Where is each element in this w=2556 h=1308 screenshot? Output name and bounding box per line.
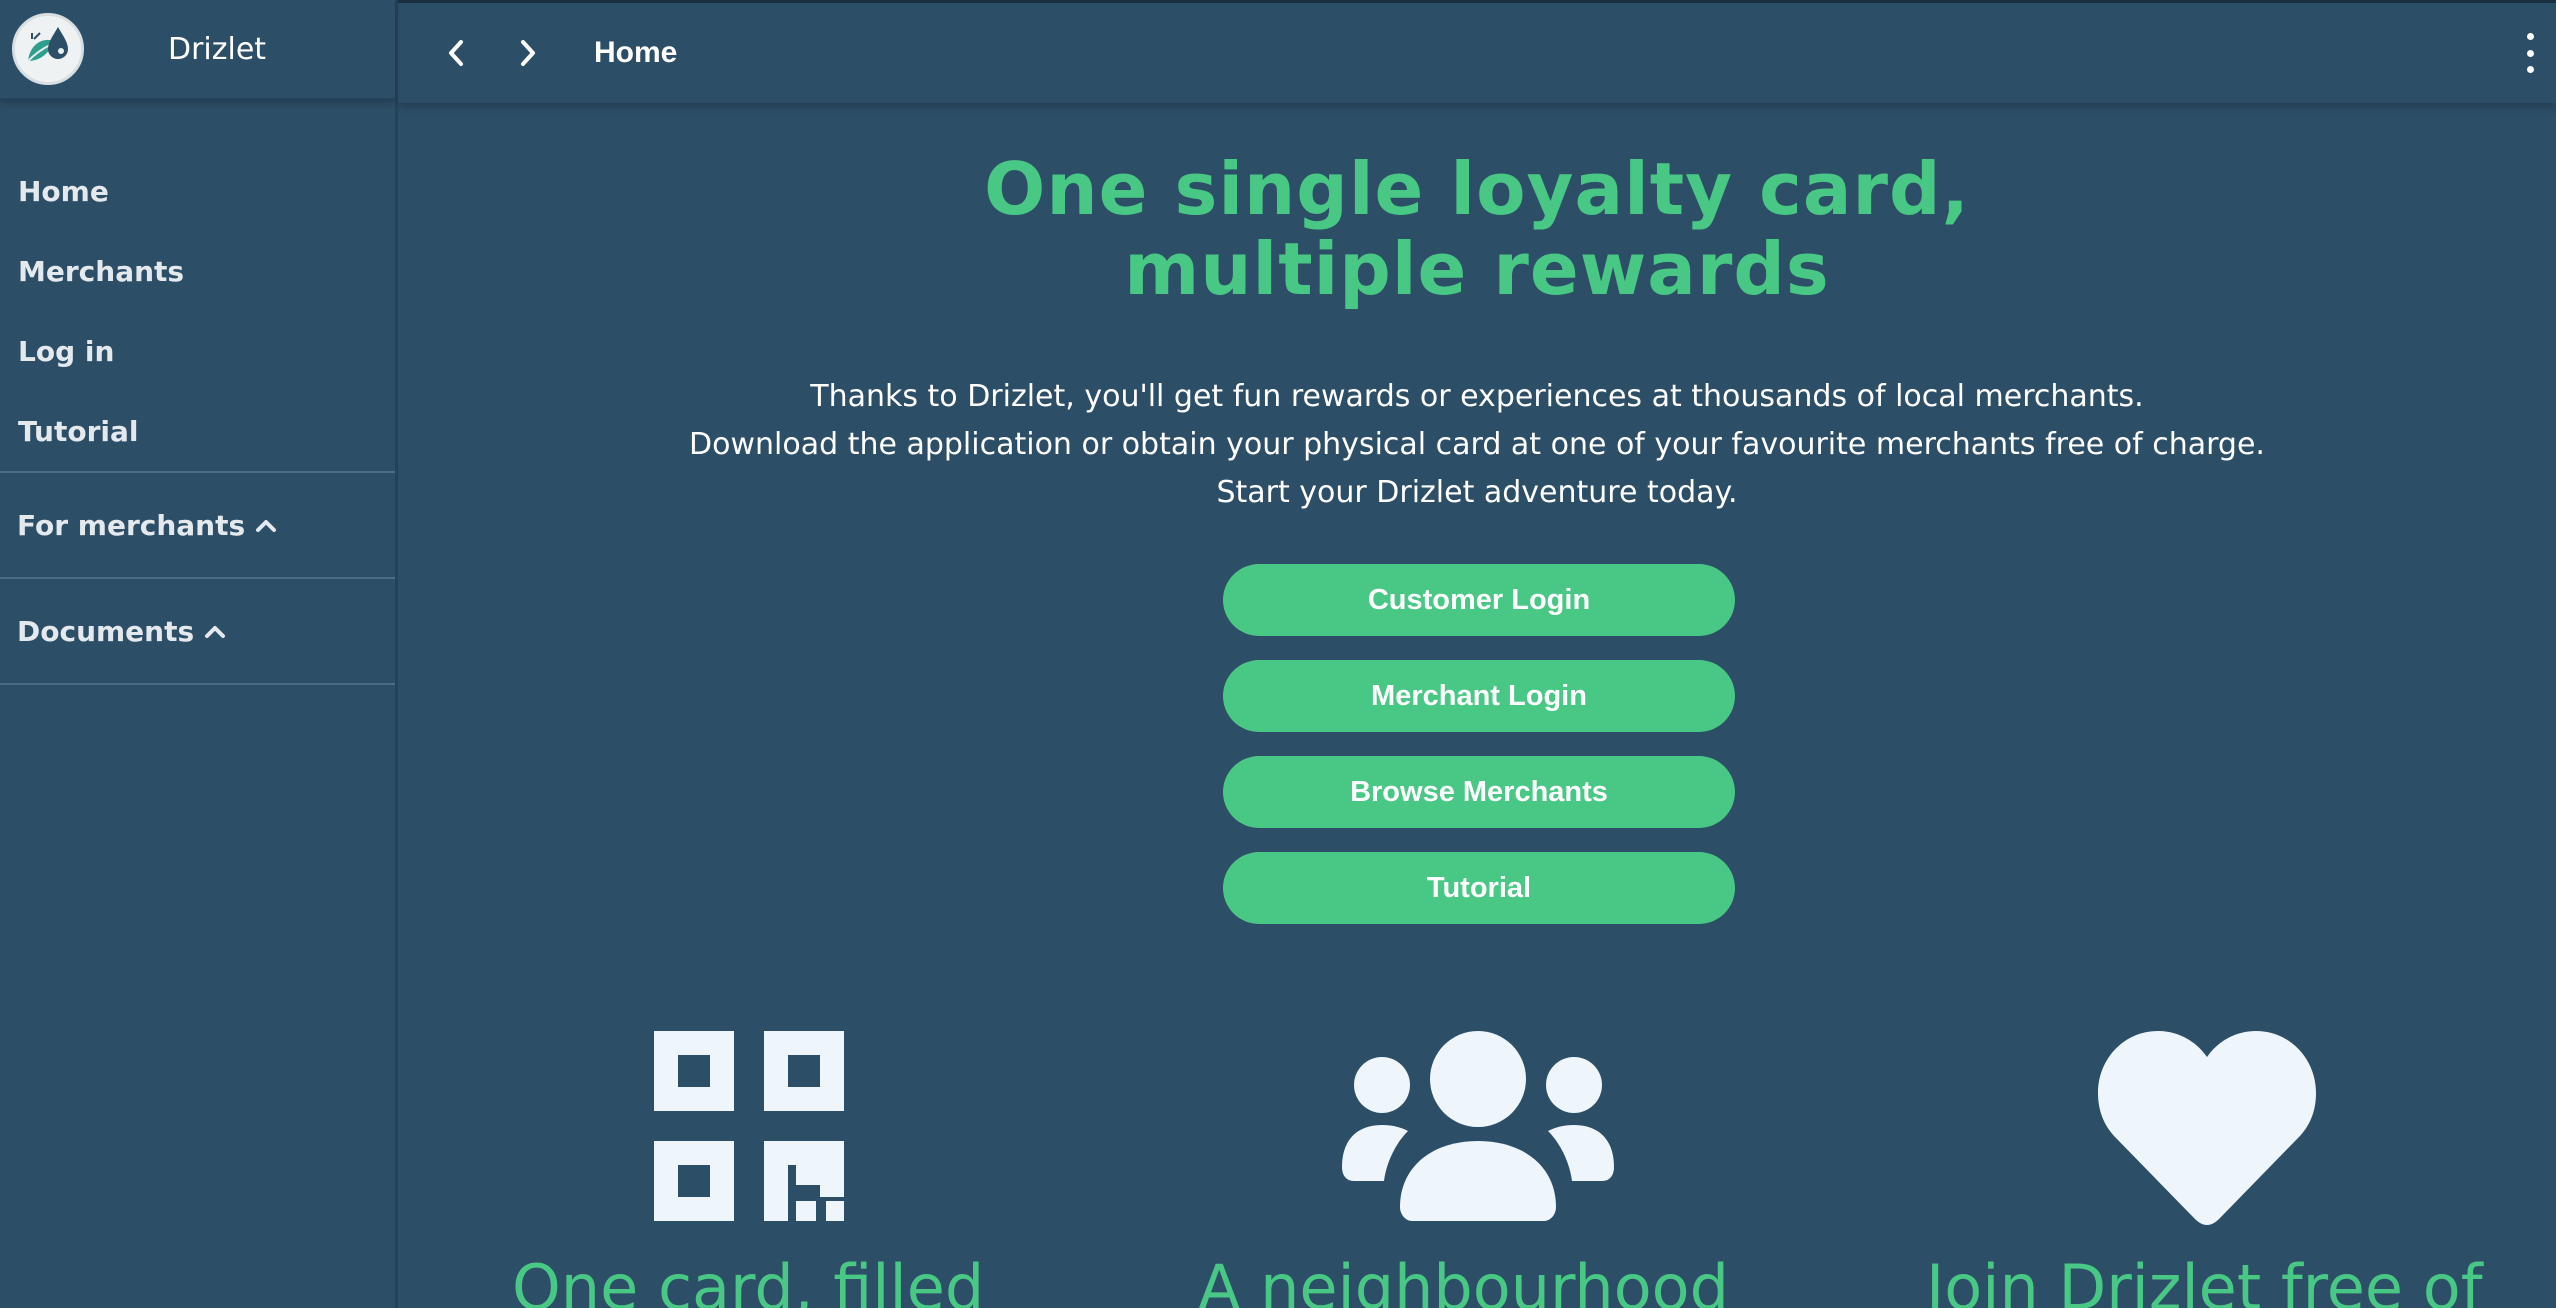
hero-text-line: Thanks to Drizlet, you'll get fun reward… bbox=[810, 379, 2144, 414]
forward-button[interactable] bbox=[506, 31, 550, 75]
back-button[interactable] bbox=[434, 31, 478, 75]
app-window: Drizlet Home Merchants Log in Tutorial F… bbox=[0, 0, 2556, 1308]
hero-title: One single loyalty card, multiple reward… bbox=[398, 149, 2556, 309]
hero-description: Thanks to Drizlet, you'll get fun reward… bbox=[398, 373, 2556, 517]
hero-title-line: One single loyalty card, bbox=[984, 147, 1970, 231]
sidebar: Drizlet Home Merchants Log in Tutorial F… bbox=[0, 0, 398, 1308]
hero-text-line: Start your Drizlet adventure today. bbox=[1216, 475, 1738, 510]
sidebar-item-log-in[interactable]: Log in bbox=[0, 311, 395, 391]
chevron-up-icon bbox=[205, 626, 226, 638]
sidebar-group-documents[interactable]: Documents bbox=[0, 579, 395, 683]
kebab-dot bbox=[2526, 33, 2534, 40]
top-bar: Home bbox=[398, 0, 2556, 103]
chevron-left-icon bbox=[449, 40, 463, 66]
sidebar-item-home[interactable]: Home bbox=[0, 151, 395, 231]
sidebar-group-label: Documents bbox=[17, 614, 195, 648]
chevron-up-icon bbox=[256, 520, 277, 532]
kebab-dot bbox=[2526, 66, 2534, 73]
feature-title: A neighbourhood bbox=[1198, 1251, 1729, 1308]
sidebar-group-label: For merchants bbox=[17, 508, 246, 542]
main-content: One single loyalty card, multiple reward… bbox=[398, 103, 2556, 1308]
drizlet-logo-icon[interactable] bbox=[12, 13, 84, 85]
heart-icon bbox=[2098, 1031, 2316, 1225]
browse-merchants-button[interactable]: Browse Merchants bbox=[1223, 756, 1735, 828]
sidebar-item-merchants[interactable]: Merchants bbox=[0, 231, 395, 311]
merchant-login-button[interactable]: Merchant Login bbox=[1223, 660, 1735, 732]
brand-name: Drizlet bbox=[168, 31, 267, 67]
hero-title-line: multiple rewards bbox=[1124, 227, 1830, 311]
sidebar-group-for-merchants[interactable]: For merchants bbox=[0, 473, 395, 577]
sidebar-nav: Home Merchants Log in Tutorial For merch… bbox=[0, 101, 395, 685]
page-title: Home bbox=[594, 36, 678, 69]
more-menu-icon[interactable] bbox=[2522, 33, 2538, 73]
sidebar-item-tutorial[interactable]: Tutorial bbox=[0, 391, 395, 471]
sidebar-divider bbox=[0, 683, 395, 685]
customer-login-button[interactable]: Customer Login bbox=[1223, 564, 1735, 636]
tutorial-button[interactable]: Tutorial bbox=[1223, 852, 1735, 924]
users-icon bbox=[1342, 1031, 1614, 1221]
sidebar-header: Drizlet bbox=[0, 0, 395, 101]
feature-title: Join Drizlet free of bbox=[1926, 1251, 2483, 1308]
feature-title: One card, filled bbox=[512, 1251, 985, 1308]
hero-text-line: Download the application or obtain your … bbox=[689, 427, 2265, 462]
kebab-dot bbox=[2526, 49, 2534, 57]
logo-graphic bbox=[27, 27, 68, 62]
qr-code-icon bbox=[654, 1031, 844, 1221]
chevron-right-icon bbox=[521, 40, 535, 66]
